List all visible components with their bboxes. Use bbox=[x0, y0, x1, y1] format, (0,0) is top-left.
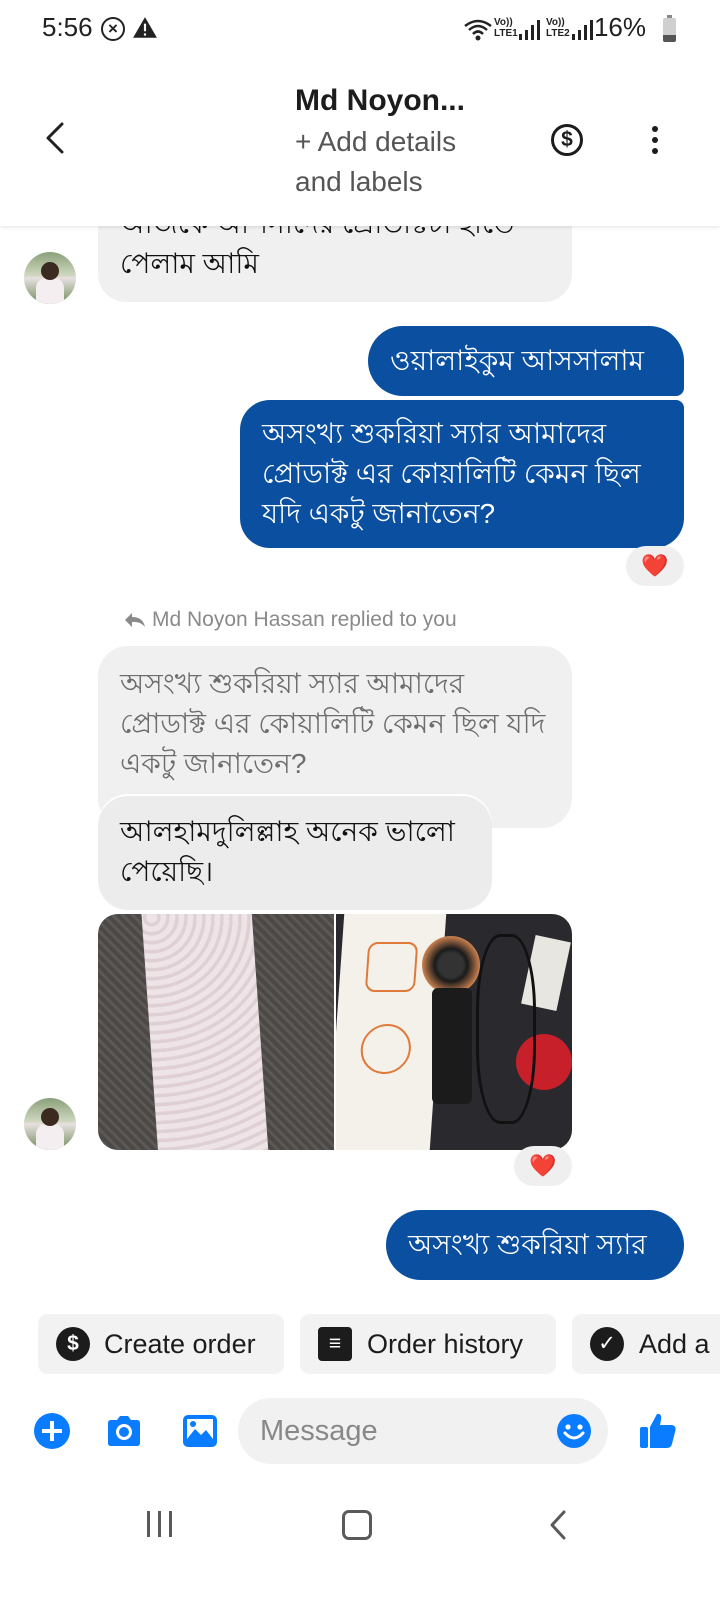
more-vertical-icon[interactable] bbox=[650, 126, 660, 156]
back-button[interactable] bbox=[546, 1508, 570, 1542]
message-composer bbox=[0, 1396, 720, 1468]
warning-icon bbox=[133, 17, 157, 38]
message-text: পেলাম আমি bbox=[120, 248, 259, 279]
add-details-link[interactable]: + Add details and labels bbox=[295, 122, 505, 202]
create-order-chip[interactable]: $ Create order bbox=[38, 1314, 284, 1374]
lte1-label: Vo)) LTE1 bbox=[494, 17, 518, 39]
message-text: আলহামদুলিল্লাহ অনেক ভালো পেয়েছি। bbox=[120, 816, 455, 887]
outgoing-message[interactable]: অসংখ্য শুকরিয়া স্যার bbox=[386, 1210, 684, 1280]
camera-icon[interactable] bbox=[105, 1412, 143, 1450]
check-circle-icon: ✓ bbox=[590, 1327, 624, 1361]
reply-note: Md Noyon Hassan replied to you bbox=[124, 608, 457, 632]
incoming-message[interactable]: আজকে আপনাদের প্রোডাক্টটা হাতে পেলাম আমি bbox=[98, 226, 572, 302]
quoted-text: অসংখ্য শুকরিয়া স্যার আমাদের প্রোডাক্ট এ… bbox=[120, 668, 546, 779]
lte2-bottom: LTE2 bbox=[546, 28, 570, 39]
lte2-label: Vo)) LTE2 bbox=[546, 17, 570, 39]
dollar-circle-icon[interactable]: $ bbox=[551, 124, 583, 156]
heart-reaction[interactable]: ❤️ bbox=[626, 546, 684, 586]
order-history-chip[interactable]: ≡ Order history bbox=[300, 1314, 556, 1374]
plus-circle-icon[interactable] bbox=[33, 1412, 71, 1450]
lte1-bottom: LTE1 bbox=[494, 28, 518, 39]
recent-apps-button[interactable] bbox=[145, 1508, 175, 1538]
lte2-top: Vo)) bbox=[546, 17, 565, 28]
reply-arrow-icon bbox=[125, 613, 145, 627]
reply-note-text: Md Noyon Hassan replied to you bbox=[152, 608, 457, 631]
chip-label: Add a bbox=[639, 1329, 710, 1359]
message-input[interactable] bbox=[238, 1398, 608, 1464]
thumbs-up-icon[interactable] bbox=[638, 1410, 678, 1450]
photo-attachment-product[interactable] bbox=[336, 914, 572, 1150]
status-bar: 5:56 × Vo)) LTE1 Vo)) LTE2 16% bbox=[0, 0, 720, 58]
home-button[interactable] bbox=[342, 1510, 372, 1540]
chip-label: Create order bbox=[104, 1329, 256, 1359]
chip-label: Order history bbox=[367, 1329, 524, 1359]
signal-icon bbox=[572, 20, 593, 40]
emoji-icon[interactable] bbox=[556, 1413, 592, 1449]
outgoing-message[interactable]: ওয়ালাইকুম আসসালাম bbox=[368, 326, 684, 396]
signal-icon bbox=[519, 20, 540, 40]
battery-icon bbox=[663, 15, 676, 42]
avatar[interactable] bbox=[24, 1098, 76, 1150]
conversation-header: Md Noyon... + Add details and labels $ bbox=[0, 58, 720, 226]
list-document-icon: ≡ bbox=[318, 1327, 352, 1361]
lte1-top: Vo)) bbox=[494, 17, 513, 28]
close-circle-icon: × bbox=[101, 17, 125, 41]
heart-reaction[interactable]: ❤️ bbox=[514, 1146, 572, 1186]
message-text: অসংখ্য শুকরিয়া স্যার আমাদের প্রোডাক্ট এ… bbox=[262, 418, 641, 529]
photo-attachment-package[interactable] bbox=[98, 914, 334, 1150]
quick-actions: $ Create order ≡ Order history ✓ Add a bbox=[0, 1314, 720, 1374]
message-text-partial: আজকে আপনাদের প্রোডাক্টটা হাতে bbox=[120, 226, 550, 244]
system-nav-bar bbox=[0, 1490, 720, 1560]
wifi-icon bbox=[464, 19, 492, 41]
message-text: ওয়ালাইকুম আসসালাম bbox=[390, 345, 644, 376]
message-text: অসংখ্য শুকরিয়া স্যার bbox=[408, 1229, 647, 1260]
avatar[interactable] bbox=[24, 252, 76, 304]
dollar-circle-icon: $ bbox=[56, 1327, 90, 1361]
incoming-message[interactable]: আলহামদুলিল্লাহ অনেক ভালো পেয়েছি। bbox=[98, 796, 492, 910]
contact-name[interactable]: Md Noyon... bbox=[295, 84, 465, 118]
gallery-icon[interactable] bbox=[181, 1412, 219, 1450]
back-arrow-icon[interactable] bbox=[38, 118, 72, 158]
battery-percent: 16% bbox=[593, 12, 646, 42]
message-list[interactable]: আজকে আপনাদের প্রোডাক্টটা হাতে পেলাম আমি … bbox=[0, 226, 720, 1306]
status-time: 5:56 bbox=[42, 12, 93, 42]
outgoing-message[interactable]: অসংখ্য শুকরিয়া স্যার আমাদের প্রোডাক্ট এ… bbox=[240, 400, 684, 548]
add-chip[interactable]: ✓ Add a bbox=[572, 1314, 720, 1374]
